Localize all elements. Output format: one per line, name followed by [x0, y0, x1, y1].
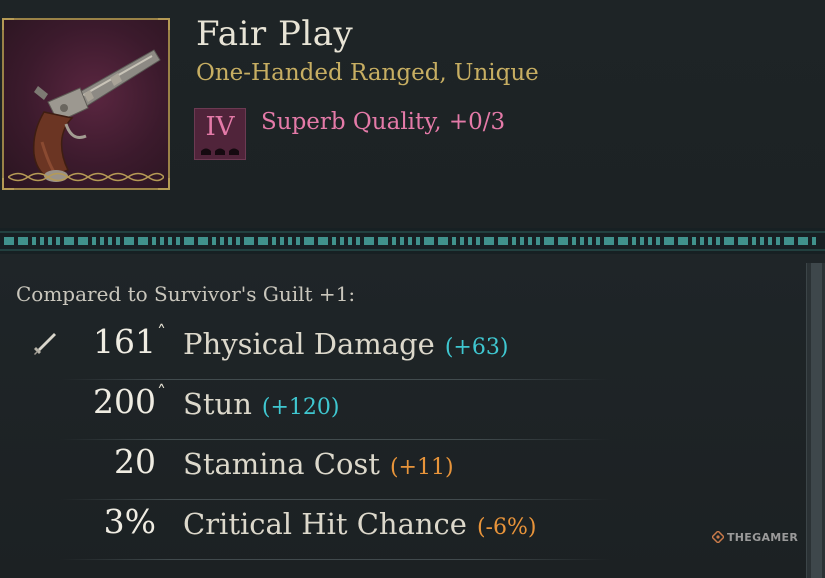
stat-increase-arrow: ˄	[157, 382, 166, 403]
stat-row: 3% Critical Hit Chance (-6%)	[0, 500, 610, 560]
frame-corner	[158, 18, 170, 30]
stat-difference: (+11)	[389, 455, 454, 480]
quality-pips-icon	[201, 148, 239, 155]
scrollbar[interactable]	[806, 263, 825, 578]
stat-label: Physical Damage	[183, 327, 435, 361]
item-type: One-Handed Ranged, Unique	[196, 60, 539, 86]
stat-value: 20	[114, 442, 156, 481]
stat-increase-arrow: ˄	[157, 322, 166, 343]
stat-difference: (+120)	[261, 395, 340, 420]
stat-value: 3%	[103, 502, 156, 541]
quality-text: Superb Quality, +0/3	[261, 109, 506, 135]
watermark: THEGAMER	[712, 530, 798, 546]
section-divider	[0, 228, 825, 254]
stat-name: Physical Damage (+63)	[183, 324, 508, 368]
item-name: Fair Play	[196, 14, 354, 54]
stat-difference: (+63)	[444, 335, 509, 360]
stat-name: Critical Hit Chance (-6%)	[183, 504, 536, 548]
stat-label: Stun	[183, 387, 252, 421]
stat-name: Stun (+120)	[183, 384, 339, 428]
stat-name: Stamina Cost (+11)	[183, 444, 454, 488]
comparison-label: Compared to Survivor's Guilt +1:	[16, 282, 356, 306]
frame-ornament	[8, 172, 164, 182]
stat-value: 161	[93, 322, 156, 361]
stat-row: 200 ˄ Stun (+120)	[0, 380, 610, 440]
stat-label: Stamina Cost	[183, 447, 380, 481]
stat-value: 200	[93, 382, 156, 421]
stat-label: Critical Hit Chance	[183, 507, 467, 541]
watermark-text: THEGAMER	[727, 531, 799, 544]
thegamer-logo-icon	[712, 531, 724, 543]
frame-corner	[2, 18, 14, 30]
stat-difference: (-6%)	[476, 515, 537, 540]
item-portrait	[2, 18, 170, 190]
quality-badge: IV	[194, 108, 246, 160]
stat-row: 20 Stamina Cost (+11)	[0, 440, 610, 500]
quality-numeral: IV	[205, 112, 235, 142]
scroll-thumb[interactable]	[811, 263, 822, 578]
stat-row: 161 ˄ Physical Damage (+63)	[0, 320, 610, 380]
